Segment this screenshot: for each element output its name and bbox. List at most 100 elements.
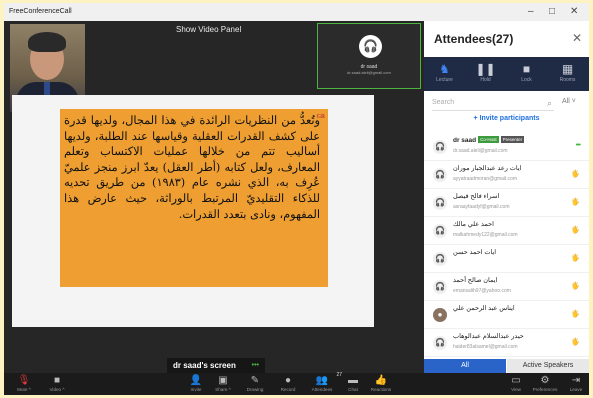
mute-button[interactable]: 🎙 Mute ^ — [12, 373, 36, 392]
attendee-name: حيدر عبدالسلام عبدالوهاب — [453, 333, 524, 340]
attendees-button[interactable]: 👥 27 Attendees — [306, 372, 342, 392]
hold-label: Hold — [480, 77, 491, 83]
attendees-label: Attendees — [311, 387, 333, 392]
share-icon: ▣ — [218, 375, 228, 386]
record-button[interactable]: ● Record — [274, 373, 302, 392]
raise-hand-icon[interactable]: 🖐 — [571, 170, 580, 178]
attendee-row[interactable]: 🎧 ايات رعد عبدالجبار موران ayyatraadmora… — [424, 161, 589, 189]
share-label: Share ^ — [215, 387, 231, 392]
attendee-email: haider83alsamel@gmail.com — [453, 344, 518, 350]
show-video-panel-button[interactable]: Show Video Panel — [176, 25, 241, 34]
lecture-button[interactable]: ♞ Lecture — [424, 57, 465, 91]
filter-dropdown[interactable]: All ˅ — [562, 98, 576, 105]
invite-button[interactable]: 👤 Invite — [184, 373, 208, 392]
headset-icon: 🎧 — [433, 168, 447, 182]
record-icon: ● — [284, 375, 292, 386]
attendee-row[interactable]: 🎧 ايات احمد حسن 🖐 — [424, 245, 589, 273]
share-button[interactable]: ▣ Share ^ — [210, 373, 236, 392]
shared-slide: GR وتُعدُّ من النظريات الرائدة في هذا ال… — [12, 95, 374, 327]
window-title: FreeConferenceCall — [9, 8, 72, 15]
attendee-list: 🎧 dr saad Co-Host Presenter dr.saad.aleli@… — [424, 133, 589, 373]
attendee-email: dr.saad.aleli@gmail.com — [453, 148, 508, 154]
participant-video-tile[interactable]: 🎧 dr saad dr.saad.aleli@gmail.com — [317, 23, 421, 89]
chat-label: Chat — [348, 387, 358, 392]
presenter-badge: Presenter — [500, 136, 525, 143]
slide-body-text: وتُعدُّ من النظريات الرائدة في هذا المجا… — [64, 114, 320, 221]
rooms-button[interactable]: ▦ Rooms — [547, 57, 588, 91]
reactions-button[interactable]: 👍 Reactions — [366, 373, 396, 392]
raise-hand-icon[interactable]: 🖐 — [571, 198, 580, 206]
microphone-icon: 🎙 — [17, 375, 31, 386]
leave-button[interactable]: ⇥ Leave — [566, 373, 586, 392]
preferences-button[interactable]: ⚙ Preferences — [528, 373, 562, 392]
headset-icon: 🎧 — [433, 140, 447, 154]
attendee-row[interactable]: 🎧 حيدر عبدالسلام عبدالوهاب haider83alsam… — [424, 329, 589, 357]
bottom-toolbar: 🎙 Mute ^ ■ Video ^ 👤 Invite ▣ Share ^ ✎ … — [4, 372, 589, 395]
mute-label: Mute ^ — [17, 387, 31, 392]
main-stage: Show Video Panel 🎧 dr saad dr.saad.aleli… — [4, 21, 424, 374]
invite-label: Invite — [190, 387, 202, 392]
search-placeholder: Search — [432, 99, 455, 106]
leave-label: Leave — [569, 387, 583, 392]
attendee-row[interactable]: 🎧 dr saad Co-Host Presenter dr.saad.aleli@… — [424, 133, 589, 161]
headset-icon: 🎧 — [433, 336, 447, 350]
camera-icon: ■ — [53, 375, 61, 386]
attendee-row[interactable]: 🎧 اسراء فالح فيصل asraayfaadyf@gmail.com… — [424, 189, 589, 217]
attendee-row[interactable]: 🎧 ايمان صالح أحمد emansalih97@yahoo.com … — [424, 273, 589, 301]
raise-hand-icon[interactable]: 🖐 — [571, 310, 580, 318]
minimize-button[interactable]: – — [528, 6, 534, 18]
slide-text-box: GR وتُعدُّ من النظريات الرائدة في هذا ال… — [60, 109, 328, 287]
chat-icon: ▬ — [348, 375, 358, 386]
view-button[interactable]: ▭ View — [506, 373, 526, 392]
video-button[interactable]: ■ Video ^ — [44, 373, 70, 392]
headset-icon: 🎧 — [359, 35, 382, 58]
record-label: Record — [280, 387, 296, 392]
video-label: Video ^ — [49, 387, 65, 392]
attendee-name: ايناس عبد الرحمن علي — [453, 305, 515, 312]
pause-icon: ❚❚ — [475, 62, 496, 76]
attendee-email: malkahmedy122@gmail.com — [453, 232, 518, 238]
headset-icon: 🎧 — [433, 252, 447, 266]
close-panel-button[interactable]: ✕ — [572, 31, 582, 45]
raise-hand-icon[interactable]: 🖐 — [571, 282, 580, 290]
raise-hand-icon[interactable]: 🖐 — [571, 226, 580, 234]
attendees-title: Attendees(27) — [434, 32, 514, 46]
tab-active-speakers[interactable]: Active Speakers — [507, 359, 589, 373]
chat-button[interactable]: ▬ Chat — [342, 373, 364, 392]
attendee-email: asraayfaadyf@gmail.com — [453, 204, 510, 210]
raise-hand-icon[interactable]: 🖐 — [571, 254, 580, 262]
screen-share-owner: dr saad's screen — [173, 361, 236, 370]
leave-icon: ⇥ — [571, 375, 581, 386]
gear-icon: ⚙ — [540, 375, 550, 386]
attendee-row[interactable]: 🎧 احمد علي مالك malkahmedy122@gmail.com … — [424, 217, 589, 245]
thumbs-up-icon: 👍 — [374, 375, 388, 386]
drawing-label: Drawing — [246, 387, 264, 392]
drawing-button[interactable]: ✎ Drawing — [241, 373, 269, 392]
reactions-label: Reactions — [370, 387, 392, 392]
preferences-label: Preferences — [532, 387, 558, 392]
lock-label: Lock — [521, 77, 532, 83]
hold-button[interactable]: ❚❚ Hold — [465, 57, 506, 91]
grid-icon: ▦ — [561, 62, 574, 76]
attendee-name-line: dr saad Co-Host Presenter — [453, 136, 525, 144]
tab-all[interactable]: All — [424, 359, 506, 373]
lecture-icon: ♞ — [439, 62, 450, 76]
attendees-panel: Attendees(27) ✕ ♞ Lecture ❚❚ Hold ■ Lock… — [424, 21, 589, 373]
pencil-icon: ✎ — [250, 375, 260, 386]
view-icon: ▭ — [511, 375, 521, 386]
raise-hand-icon[interactable]: 🖐 — [571, 338, 580, 346]
title-bar: FreeConferenceCall – □ ✕ — [4, 3, 589, 21]
close-window-button[interactable]: ✕ — [570, 6, 578, 18]
headset-icon: 🎧 — [433, 196, 447, 210]
conference-app: FreeConferenceCall – □ ✕ Show Video Pane… — [4, 3, 589, 395]
maximize-button[interactable]: □ — [549, 6, 555, 18]
headset-icon: 🎧 — [433, 280, 447, 294]
lock-button[interactable]: ■ Lock — [506, 57, 547, 91]
attendee-row[interactable]: ● ايناس عبد الرحمن علي 🖐 — [424, 301, 589, 329]
slide-corner-mark: GR — [316, 114, 325, 120]
search-icon: ⌕ — [546, 98, 552, 108]
attendee-tabs: All Active Speakers — [424, 359, 589, 373]
invite-participants-link[interactable]: + Invite participants — [424, 115, 589, 122]
search-input[interactable]: Search ⌕ — [432, 95, 554, 111]
attendee-name: ايات رعد عبدالجبار موران — [453, 165, 522, 172]
